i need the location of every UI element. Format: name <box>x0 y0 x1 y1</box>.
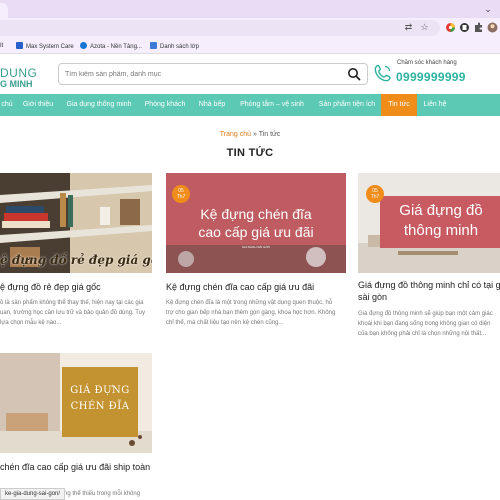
article-image-smart-rack[interactable]: 05 Th7 Giá đựng đồ thông minh <box>358 173 500 273</box>
bookmark-star-icon[interactable]: ☆ <box>419 22 430 33</box>
breadcrumb-home-link[interactable]: Trang chủ <box>220 131 251 138</box>
status-bar-url: ke-gia-dung-sai-gon/ <box>0 488 66 500</box>
hotline-number[interactable]: 0999999999 <box>396 70 466 84</box>
caption-line: CHÉN ĐĨA <box>70 401 130 412</box>
image-watermark: GIA DANH SÀI GÒN <box>242 245 270 249</box>
article-image-caption: Kệ đựng chén đĩa cao cấp giá ưu đãi <box>166 205 346 241</box>
date-month: Th7 <box>370 194 380 200</box>
nav-item-bathroom[interactable]: Phòng tắm – vệ sinh <box>234 94 310 116</box>
post-date-badge: 05 Th7 <box>172 185 190 203</box>
nav-item-home[interactable]: chủ <box>0 94 14 116</box>
breadcrumb: Trang chủ » Tin tức <box>0 131 500 138</box>
extension-colorful-icon[interactable] <box>445 22 456 33</box>
caption-line: cao cấp giá ưu đãi <box>198 224 314 240</box>
excerpt-line: ồ là sản phẩm không thể thay thế, hiện n… <box>0 300 144 306</box>
breadcrumb-current: Tin tức <box>258 131 281 138</box>
tab-list-chevron-icon[interactable]: ⌄ <box>482 3 494 15</box>
browser-tab[interactable] <box>0 3 8 18</box>
article-title[interactable]: Kệ đựng chén đĩa cao cấp giá ưu đãi <box>166 281 346 293</box>
translate-icon[interactable]: ⇄ <box>403 22 414 33</box>
article-image-caption: Giá đựng đồ thông minh <box>380 201 500 241</box>
article-title[interactable]: ệ đựng đồ rẻ đẹp giá gốc <box>0 281 160 293</box>
caption-line: GIÁ ĐỰNG <box>70 385 130 396</box>
extensions-puzzle-icon[interactable] <box>473 22 484 33</box>
address-bar[interactable]: ⇄ ☆ <box>0 20 440 36</box>
bookmarks-bar: It Max System Care Azota - Nền Tảng... D… <box>0 38 500 54</box>
article-image-caption: ệ đựng đồ rẻ đẹp giá gốc <box>0 253 152 267</box>
search-box <box>58 63 368 85</box>
article-image-dish-rack-2[interactable]: GIÁ ĐỰNG CHÉN ĐĨA <box>0 353 152 453</box>
bookmark-label: It <box>0 43 4 49</box>
customer-care-label: Chăm sóc khách hàng <box>397 60 457 66</box>
article-title[interactable]: Giá đựng đồ thông minh chỉ có tại gia sà… <box>358 279 500 303</box>
class-list-icon <box>150 42 157 49</box>
bookmark-label: Danh sách lớp <box>160 44 199 50</box>
excerpt-line: khoái khi bạn đang sống trong không gian… <box>358 321 491 327</box>
excerpt-line: lựa chọn mẫu kệ nào... <box>0 320 62 326</box>
breadcrumb-separator: » <box>251 131 259 138</box>
date-month: Th7 <box>176 194 186 200</box>
article-image-caption: GIÁ ĐỰNG CHÉN ĐĨA <box>62 383 138 415</box>
excerpt-line: của bạn không phải chỉ là chọn những nội… <box>358 331 487 337</box>
nav-item-smart-home[interactable]: Gia dụng thông minh <box>62 94 136 116</box>
caption-line: Kệ đựng chén đĩa <box>200 206 312 222</box>
caption-line: thông minh <box>403 222 479 239</box>
site-logo[interactable]: DUNG G MINH <box>0 64 40 89</box>
bookmark-item[interactable]: Danh sách lớp <box>150 42 199 51</box>
max-system-care-icon <box>16 42 23 49</box>
page-title: TIN TỨC <box>226 147 274 159</box>
bookmark-label: Max System Care <box>26 44 74 50</box>
excerpt-line: trợ cho gian bếp nhà bạn thêm gọn gàng, … <box>166 310 336 316</box>
caption-line: Giá đựng đồ <box>399 202 483 219</box>
bookmark-label: Azota - Nền Tảng... <box>90 44 142 50</box>
excerpt-line: chỉ thế, mà chất liệu tạo nên kệ chén cũ… <box>166 320 284 326</box>
nav-item-kitchen[interactable]: Nhà bếp <box>194 94 230 116</box>
excerpt-line: uan, trường học cần lưu trữ và bảo quản … <box>0 310 146 316</box>
article-image-dish-rack[interactable]: 05 Th7 Kệ đựng chén đĩa cao cấp giá ưu đ… <box>166 173 346 273</box>
excerpt-line: Kệ đựng chén đĩa là một trong những vật … <box>166 300 333 306</box>
bookmark-item[interactable]: Azota - Nền Tảng... <box>80 42 142 51</box>
nav-item-living-room[interactable]: Phòng khách <box>140 94 190 116</box>
bookmark-item[interactable]: It <box>0 42 3 51</box>
article-excerpt: Kệ đựng chén đĩa là một trong những vật … <box>166 298 346 328</box>
bookmark-item[interactable]: Max System Care <box>16 42 74 51</box>
logo-text-line2: G MINH <box>0 79 33 89</box>
azota-icon <box>80 42 87 49</box>
profile-avatar-icon[interactable] <box>487 22 498 33</box>
nav-item-utilities[interactable]: Sản phẩm tiện ích <box>314 94 380 116</box>
nav-item-contact[interactable]: Liên hệ <box>420 94 450 116</box>
nav-item-news[interactable]: Tin tức <box>381 94 417 116</box>
extension-dark-icon[interactable] <box>459 22 470 33</box>
logo-text-line1: DUNG <box>0 66 38 80</box>
article-title[interactable]: chén đĩa cao cấp giá ưu đãi ship toàn <box>0 461 160 473</box>
article-excerpt: ng thể thiếu trong mỗi không <box>64 491 141 497</box>
title-line: Giá đựng đồ thông minh chỉ có tại gia <box>358 280 500 290</box>
browser-tab-strip: ⌄ <box>0 0 500 18</box>
excerpt-line: Giá đựng đồ thông minh sẽ giúp bạn một c… <box>358 311 493 317</box>
article-image-shelf[interactable]: ệ đựng đồ rẻ đẹp giá gốc <box>0 173 152 273</box>
search-icon[interactable] <box>347 67 361 81</box>
browser-toolbar: ⇄ ☆ <box>0 18 500 38</box>
phone-icon <box>373 63 393 83</box>
title-line: sài gòn <box>358 292 388 302</box>
main-nav: chủ Giới thiệu Gia dụng thông minh Phòng… <box>0 94 500 116</box>
article-excerpt: Giá đựng đồ thông minh sẽ giúp bạn một c… <box>358 309 500 339</box>
nav-item-about[interactable]: Giới thiệu <box>18 94 58 116</box>
search-input[interactable] <box>65 68 335 81</box>
article-excerpt: ồ là sản phẩm không thể thay thế, hiện n… <box>0 298 160 328</box>
